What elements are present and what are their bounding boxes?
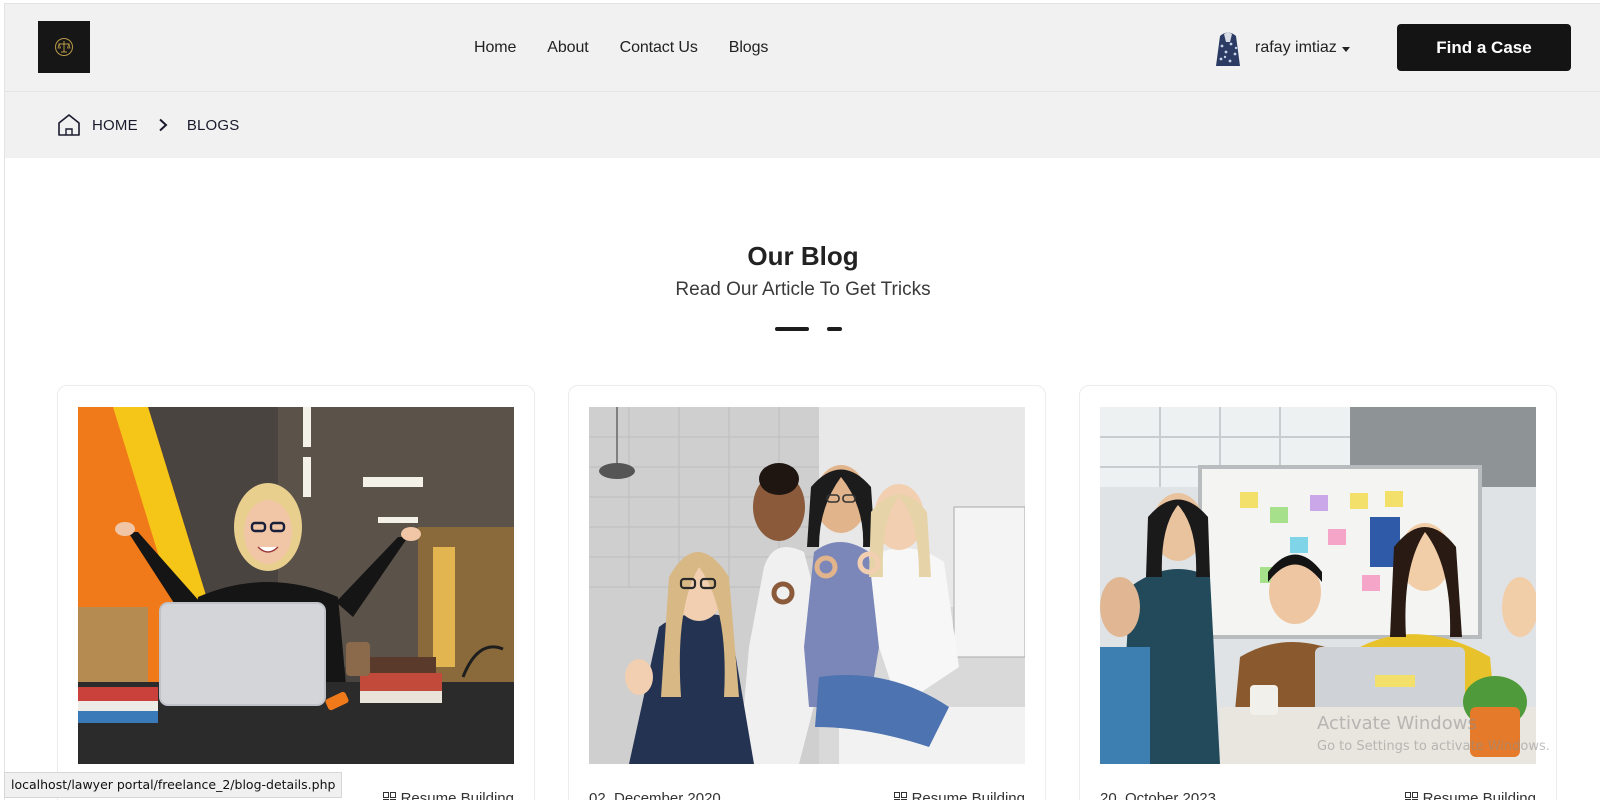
user-menu[interactable]: rafay imtiaz: [1214, 26, 1350, 70]
post-category[interactable]: Resume Building: [1404, 790, 1536, 800]
watermark-subtitle: Go to Settings to activate Windows.: [1317, 739, 1550, 754]
top-navbar: Home About Contact Us Blogs rafay imtiaz…: [5, 4, 1600, 92]
nav-about[interactable]: About: [547, 34, 588, 62]
avatar: [1216, 32, 1240, 66]
blog-image-woman-with-laptop[interactable]: [78, 407, 514, 764]
blog-card[interactable]: Resume Building: [57, 385, 535, 800]
post-date: 20, October 2023: [1100, 790, 1216, 800]
blog-image-group-ok-gesture[interactable]: [589, 407, 1025, 764]
grid-icon: [1404, 792, 1418, 800]
breadcrumb: HOME BLOGS: [56, 112, 240, 138]
post-category[interactable]: Resume Building: [382, 790, 514, 800]
grid-icon: [382, 792, 396, 800]
breadcrumb-bar: HOME BLOGS: [5, 92, 1600, 158]
breadcrumb-home-link[interactable]: HOME: [92, 117, 138, 134]
user-name: rafay imtiaz: [1255, 39, 1337, 56]
post-category-label: Resume Building: [911, 790, 1025, 800]
grid-icon: [893, 792, 907, 800]
status-url-bar: localhost/lawyer portal/freelance_2/blog…: [4, 772, 343, 798]
section-title: Our Blog: [747, 241, 859, 271]
chevron-right-icon: [159, 118, 168, 132]
breadcrumb-current: BLOGS: [186, 116, 240, 134]
site-logo[interactable]: [38, 21, 90, 73]
scales-of-justice-icon: [55, 38, 73, 56]
nav-contact-us[interactable]: Contact Us: [620, 34, 698, 62]
post-date: 02, December 2020: [589, 790, 721, 800]
windows-activation-watermark: Activate Windows Go to Settings to activ…: [1317, 712, 1550, 756]
post-category-label: Resume Building: [400, 790, 514, 800]
nav-blogs[interactable]: Blogs: [729, 34, 769, 62]
blog-image-team-celebrating[interactable]: [1100, 407, 1536, 764]
watermark-title: Activate Windows: [1317, 713, 1477, 734]
nav-home[interactable]: Home: [474, 34, 516, 62]
find-a-case-button[interactable]: Find a Case: [1397, 24, 1571, 71]
title-divider-long: [775, 327, 809, 331]
title-divider-short: [827, 327, 842, 331]
blog-card[interactable]: 02, December 2020 Resume Building: [568, 385, 1046, 800]
section-subtitle: Read Our Article To Get Tricks: [675, 279, 931, 300]
chevron-down-icon: [1341, 46, 1350, 52]
main-nav: Home About Contact Us Blogs: [474, 34, 768, 62]
post-category[interactable]: Resume Building: [893, 790, 1025, 800]
page: Home About Contact Us Blogs rafay imtiaz…: [4, 3, 1600, 800]
home-icon[interactable]: [56, 112, 82, 138]
post-category-label: Resume Building: [1422, 790, 1536, 800]
